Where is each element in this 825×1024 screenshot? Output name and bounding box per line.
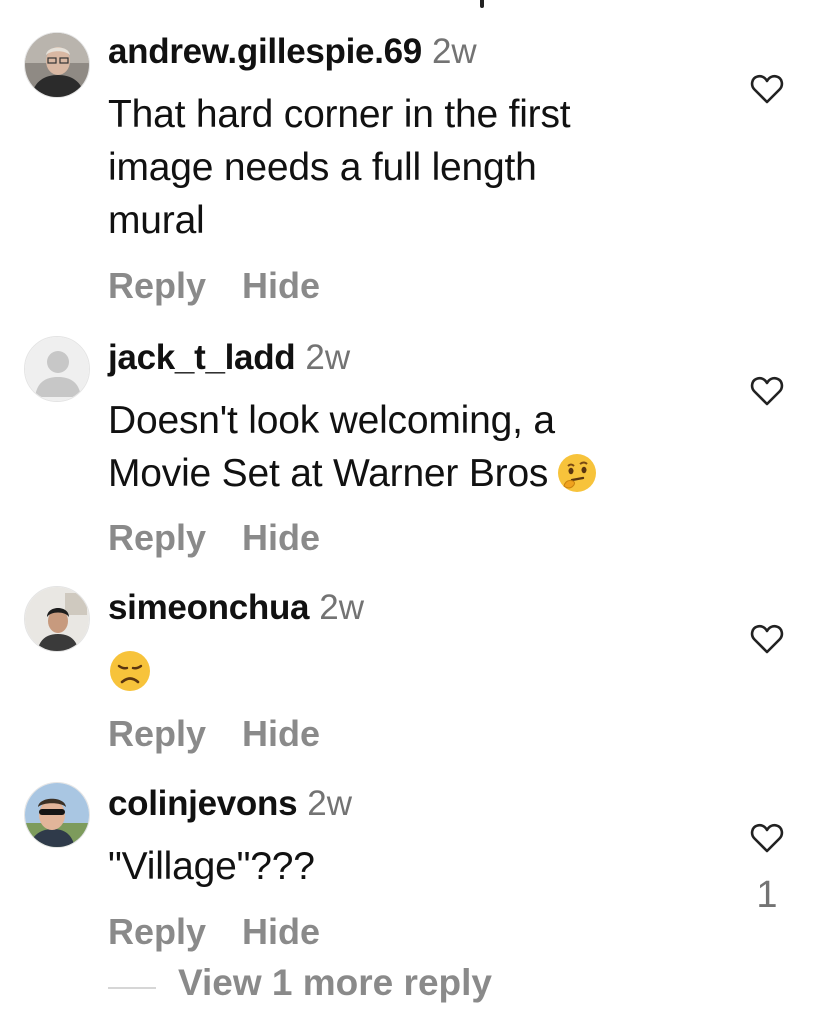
avatar[interactable] xyxy=(24,782,90,848)
timestamp: 2w xyxy=(319,588,364,627)
username[interactable]: simeonchua xyxy=(108,588,310,627)
reply-button[interactable]: Reply xyxy=(108,517,206,558)
view-more-replies-label[interactable]: View 1 more reply xyxy=(178,962,492,1004)
hide-button[interactable]: Hide xyxy=(242,911,320,952)
avatar[interactable] xyxy=(24,32,90,98)
heart-outline-icon[interactable] xyxy=(750,623,784,655)
comment-meta: colinjevons 2w xyxy=(108,782,352,826)
reply-button[interactable]: Reply xyxy=(108,911,206,952)
divider-line xyxy=(108,987,156,989)
timestamp: 2w xyxy=(431,32,477,71)
comment-meta: simeonchua 2w xyxy=(108,586,364,630)
comment-text-line-with-emoji: Movie Set at Warner Bros xyxy=(108,447,668,508)
comment-text xyxy=(108,646,668,707)
previous-comment-edge xyxy=(480,0,484,8)
hide-button[interactable]: Hide xyxy=(242,713,320,754)
hide-button[interactable]: Hide xyxy=(242,265,320,306)
like-count: 1 xyxy=(756,874,778,916)
comment-actions: Reply Hide xyxy=(108,264,320,308)
comment-actions: Reply Hide xyxy=(108,910,320,954)
comment-text: That hard corner in the first image need… xyxy=(108,88,668,247)
username[interactable]: andrew.gillespie.69 xyxy=(108,32,422,71)
heart-outline-icon[interactable] xyxy=(750,73,784,105)
comment-meta: andrew.gillespie.69 2w xyxy=(108,30,477,74)
comment-actions: Reply Hide xyxy=(108,516,320,560)
view-more-replies[interactable]: View 1 more reply xyxy=(108,958,708,1018)
username[interactable]: colinjevons xyxy=(108,784,298,823)
comment-text-line: "Village"??? xyxy=(108,845,315,888)
comment-meta: jack_t_ladd 2w xyxy=(108,336,350,380)
avatar[interactable] xyxy=(24,586,90,652)
thinking-face-emoji xyxy=(556,452,598,508)
heart-outline-icon[interactable] xyxy=(750,375,784,407)
comment-text-line: That hard corner in the first xyxy=(108,93,571,136)
reply-button[interactable]: Reply xyxy=(108,713,206,754)
comment-text: Doesn't look welcoming, a Movie Set at W… xyxy=(108,394,668,508)
hide-button[interactable]: Hide xyxy=(242,517,320,558)
timestamp: 2w xyxy=(305,338,351,377)
username[interactable]: jack_t_ladd xyxy=(108,338,296,377)
comment-text-line: mural xyxy=(108,199,205,242)
comment-text-line: Movie Set at Warner Bros xyxy=(108,452,549,495)
comment-text: "Village"??? xyxy=(108,840,668,893)
timestamp: 2w xyxy=(307,784,353,823)
comment-text-line: Doesn't look welcoming, a xyxy=(108,399,555,442)
heart-outline-icon[interactable] xyxy=(750,822,784,854)
avatar-placeholder[interactable] xyxy=(24,336,90,402)
comment-actions: Reply Hide xyxy=(108,712,320,756)
disappointed-face-emoji xyxy=(108,649,152,707)
reply-button[interactable]: Reply xyxy=(108,265,206,306)
comment-text-line: image needs a full length xyxy=(108,146,537,189)
